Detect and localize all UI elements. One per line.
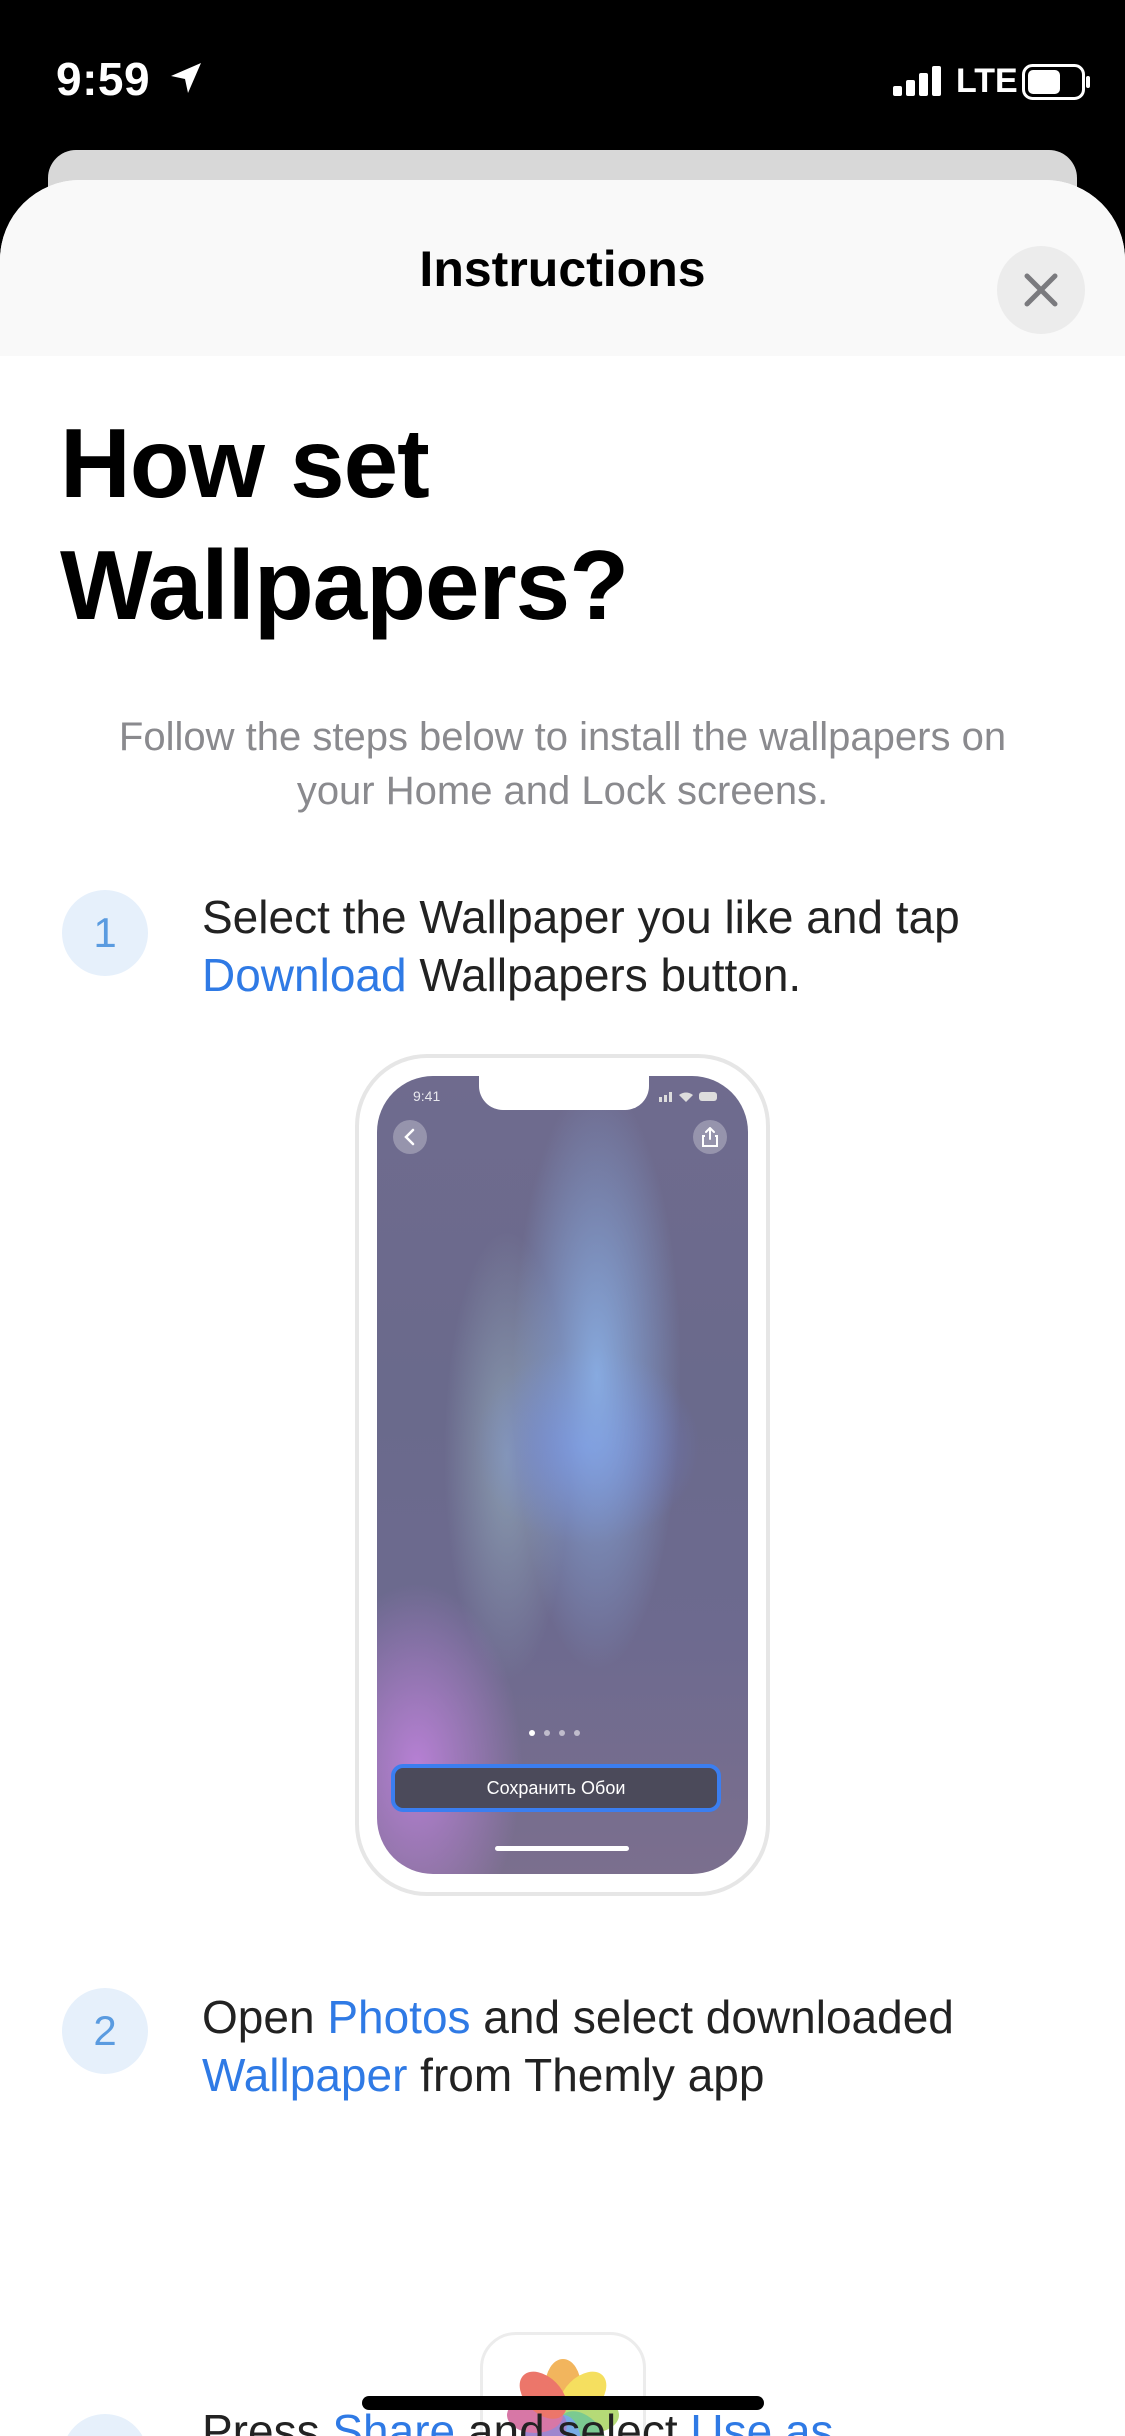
close-icon [1024,273,1058,307]
signal-bars-icon [893,66,941,96]
network-type-label: LTE [956,62,1018,100]
mockup-time: 9:41 [413,1088,441,1104]
wallpaper-link[interactable]: Wallpaper [202,2049,407,2101]
page-subtitle: Follow the steps below to install the wa… [118,715,1007,813]
phone-mockup: 9:41 Сохранить Обои [355,1054,770,1896]
mockup-page-dot [574,1730,580,1736]
home-indicator[interactable] [362,2396,764,2410]
page-heading-line1: How set [60,408,430,518]
mockup-page-dot [559,1730,565,1736]
step-number-badge: 2 [62,1988,148,2074]
step-1-text: Select the Wallpaper you like and tap Do… [202,891,960,1001]
photos-link[interactable]: Photos [327,1991,470,2043]
page-heading-line2: Wallpapers? [60,530,629,640]
mockup-page-dot [544,1730,550,1736]
mockup-page-dots [529,1730,580,1736]
step-number-badge: 3 [62,2414,148,2436]
instructions-sheet: Instructions How set Wallpapers? Follow … [0,180,1125,2436]
mockup-page-dot [529,1730,535,1736]
battery-icon [1022,64,1090,100]
download-link[interactable]: Download [202,949,407,1001]
mockup-back-icon [393,1120,427,1154]
step-2-text: Open Photos and select downloaded Wallpa… [202,1991,954,2101]
location-arrow-icon [171,63,201,93]
mockup-share-icon [693,1120,727,1154]
status-bar: 9:59 LTE [0,0,1125,150]
mockup-home-indicator [495,1846,629,1851]
mockup-status-icons [659,1092,717,1102]
status-time: 9:59 [56,53,151,105]
phone-notch [479,1076,649,1110]
mockup-save-button: Сохранить Обои [391,1764,721,1812]
page-heading: How set Wallpapers? [60,402,1060,646]
sheet-title: Instructions [419,241,706,297]
step-number-badge: 1 [62,890,148,976]
phone-mockup-screen: 9:41 Сохранить Обои [377,1076,748,1874]
sheet-header: Instructions [0,180,1125,356]
close-button[interactable] [997,246,1085,334]
